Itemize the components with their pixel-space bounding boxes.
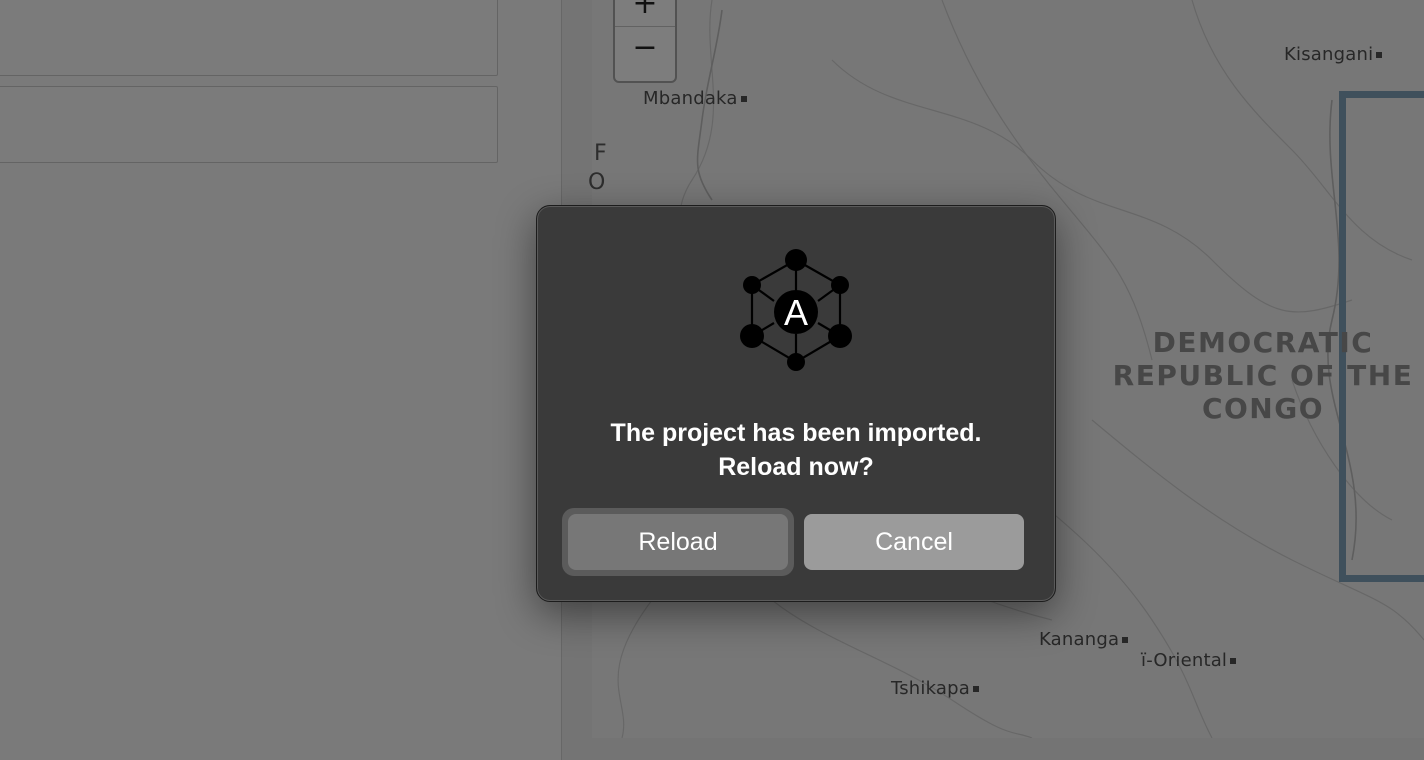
import-complete-dialog: A The project has been imported. Reload … [536,205,1056,602]
cancel-button[interactable]: Cancel [804,514,1024,570]
reload-button-label: Reload [568,514,788,570]
dialog-message-line2: Reload now? [718,453,874,481]
dialog-message: The project has been imported. Reload no… [557,416,1035,484]
app-logo-icon: A [736,246,856,376]
dialog-message-line1: The project has been imported. [610,419,982,447]
reload-button[interactable]: Reload [562,508,794,576]
app-window: + − Kisangani Mbandaka Kananga ï-Orienta… [0,0,1424,760]
app-logo-letter: A [784,292,808,333]
